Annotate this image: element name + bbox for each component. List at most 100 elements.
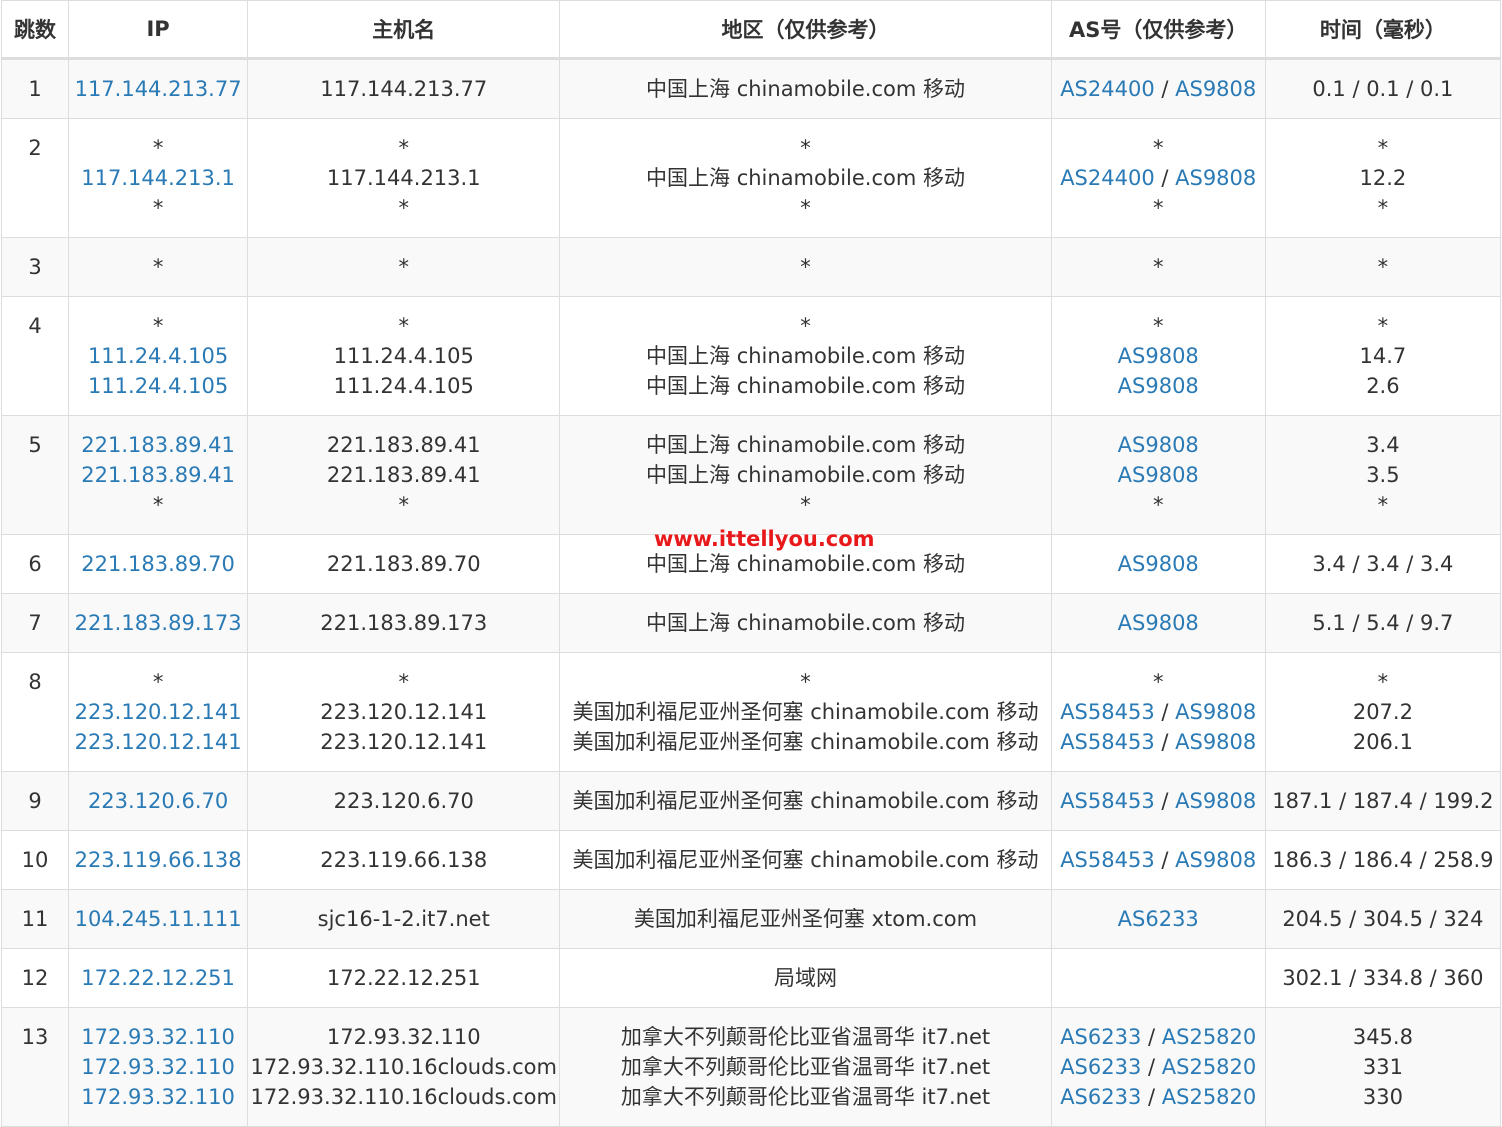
- as-cell: AS9808: [1050, 534, 1266, 594]
- ip-link[interactable]: 221.183.89.173: [75, 611, 242, 635]
- hop-cell: 4: [0, 296, 70, 416]
- hop-cell: 2: [0, 118, 70, 238]
- host-text: *: [398, 196, 409, 220]
- region-line: 中国上海 chinamobile.com 移动: [560, 608, 1050, 638]
- as-link[interactable]: AS9808: [1118, 611, 1199, 635]
- host-line: 223.120.12.141: [248, 727, 559, 757]
- ip-line: 221.183.89.70: [69, 549, 247, 579]
- ip-line: 117.144.213.77: [69, 74, 247, 104]
- ip-link[interactable]: 172.93.32.110: [81, 1085, 235, 1109]
- time-text: 187.1 / 187.4 / 199.2: [1272, 789, 1494, 813]
- time-line: 206.1: [1266, 727, 1500, 757]
- as-cell: * AS24400 / AS9808 *: [1050, 118, 1266, 238]
- as-link[interactable]: AS9808: [1175, 700, 1256, 724]
- time-text: 302.1 / 334.8 / 360: [1282, 966, 1484, 990]
- as-link[interactable]: AS6233: [1118, 907, 1199, 931]
- host-text: 223.120.6.70: [333, 789, 474, 813]
- ip-link[interactable]: 223.120.6.70: [88, 789, 228, 813]
- table-row: 12 172.22.12.251 172.22.12.251 局域网 302.1 / 3…: [0, 948, 1502, 1008]
- region-text: 中国上海 chinamobile.com 移动: [646, 166, 965, 190]
- ip-link[interactable]: 111.24.4.105: [88, 344, 228, 368]
- region-cell: 美国加利福尼亚州圣何塞 xtom.com: [559, 889, 1052, 949]
- time-text: 0.1 / 0.1 / 0.1: [1312, 77, 1454, 101]
- as-link[interactable]: AS9808: [1175, 166, 1256, 190]
- region-text: 美国加利福尼亚州圣何塞 chinamobile.com 移动: [572, 848, 1039, 872]
- as-cell: AS6233 / AS25820 AS6233 / AS25820 AS6233 /…: [1050, 1007, 1266, 1127]
- as-link[interactable]: AS9808: [1118, 344, 1199, 368]
- ip-link[interactable]: 221.183.89.41: [81, 433, 235, 457]
- time-line: *: [1266, 133, 1500, 163]
- traceroute-table: 跳数 IP 主机名 地区（仅供参考） AS号（仅供参考） 时间（毫秒） 1 117…: [0, 0, 1502, 1127]
- header-ip: IP: [68, 0, 249, 60]
- as-link[interactable]: AS25820: [1162, 1025, 1257, 1049]
- ip-line: 221.183.89.173: [69, 608, 247, 638]
- ip-link[interactable]: 111.24.4.105: [88, 374, 228, 398]
- as-link[interactable]: AS9808: [1175, 730, 1256, 754]
- host-line: 172.93.32.110: [248, 1022, 559, 1052]
- as-link[interactable]: AS9808: [1118, 374, 1199, 398]
- time-line: *: [1266, 252, 1500, 282]
- host-text: *: [398, 136, 409, 160]
- hop-cell: 7: [0, 593, 70, 653]
- as-link[interactable]: AS58453: [1060, 848, 1155, 872]
- ip-timeout-marker: *: [152, 670, 164, 694]
- as-link[interactable]: AS25820: [1162, 1085, 1257, 1109]
- region-line: 中国上海 chinamobile.com 移动: [560, 549, 1050, 579]
- region-cell: * 中国上海 chinamobile.com 移动 中国上海 chinamobile…: [559, 296, 1052, 416]
- region-line: 中国上海 chinamobile.com 移动: [560, 341, 1050, 371]
- region-text: 中国上海 chinamobile.com 移动: [646, 344, 965, 368]
- as-cell: *: [1050, 237, 1266, 297]
- ip-link[interactable]: 117.144.213.77: [75, 77, 242, 101]
- as-link[interactable]: AS25820: [1162, 1055, 1257, 1079]
- as-link[interactable]: AS6233: [1060, 1055, 1141, 1079]
- ip-timeout-marker: *: [152, 196, 164, 220]
- host-text: 172.93.32.110: [326, 1025, 481, 1049]
- as-link[interactable]: AS9808: [1175, 77, 1256, 101]
- as-line: *: [1052, 311, 1265, 341]
- as-link[interactable]: AS9808: [1118, 552, 1199, 576]
- ip-cell: 223.120.6.70: [68, 771, 249, 831]
- ip-link[interactable]: 221.183.89.70: [81, 552, 235, 576]
- as-link[interactable]: AS24400: [1060, 77, 1155, 101]
- time-line: 3.4: [1266, 430, 1500, 460]
- hop-cell: 11: [0, 889, 70, 949]
- time-line: 5.1 / 5.4 / 9.7: [1266, 608, 1500, 638]
- ip-link[interactable]: 221.183.89.41: [81, 463, 235, 487]
- as-line: AS9808: [1052, 341, 1265, 371]
- time-text: 5.1 / 5.4 / 9.7: [1312, 611, 1454, 635]
- ip-link[interactable]: 223.119.66.138: [75, 848, 242, 872]
- time-text: 186.3 / 186.4 / 258.9: [1272, 848, 1494, 872]
- table-row: 9 223.120.6.70 223.120.6.70 美国加利福尼亚州圣何塞 chi…: [0, 771, 1502, 831]
- as-link[interactable]: AS6233: [1060, 1025, 1141, 1049]
- region-text: *: [800, 493, 811, 517]
- time-text: *: [1377, 136, 1389, 160]
- ip-link[interactable]: 172.22.12.251: [81, 966, 235, 990]
- ip-line: 221.183.89.41: [69, 430, 247, 460]
- as-link[interactable]: AS6233: [1060, 1085, 1141, 1109]
- as-link[interactable]: AS58453: [1060, 730, 1155, 754]
- as-link[interactable]: AS58453: [1060, 789, 1155, 813]
- as-link[interactable]: AS9808: [1175, 789, 1256, 813]
- ip-link[interactable]: 172.93.32.110: [81, 1055, 235, 1079]
- region-line: *: [560, 193, 1050, 223]
- ip-cell: *: [68, 237, 249, 297]
- time-text: 3.5: [1366, 463, 1400, 487]
- as-link[interactable]: AS9808: [1175, 848, 1256, 872]
- table-body: 1 117.144.213.77 117.144.213.77 中国上海 chinam…: [0, 58, 1502, 1127]
- as-separator: /: [1154, 77, 1176, 101]
- ip-cell: * 117.144.213.1 *: [68, 118, 249, 238]
- ip-link[interactable]: 104.245.11.111: [75, 907, 242, 931]
- time-line: 331: [1266, 1052, 1500, 1082]
- as-cell: AS9808 AS9808 *: [1050, 415, 1266, 535]
- hop-number: 4: [28, 314, 42, 338]
- as-link[interactable]: AS58453: [1060, 700, 1155, 724]
- ip-link[interactable]: 223.120.12.141: [75, 700, 242, 724]
- as-link[interactable]: AS9808: [1118, 463, 1199, 487]
- as-link[interactable]: AS9808: [1118, 433, 1199, 457]
- ip-link[interactable]: 223.120.12.141: [75, 730, 242, 754]
- as-timeout-marker: *: [1152, 314, 1164, 338]
- ip-line: *: [69, 311, 247, 341]
- as-link[interactable]: AS24400: [1060, 166, 1155, 190]
- ip-link[interactable]: 117.144.213.1: [81, 166, 235, 190]
- ip-link[interactable]: 172.93.32.110: [81, 1025, 235, 1049]
